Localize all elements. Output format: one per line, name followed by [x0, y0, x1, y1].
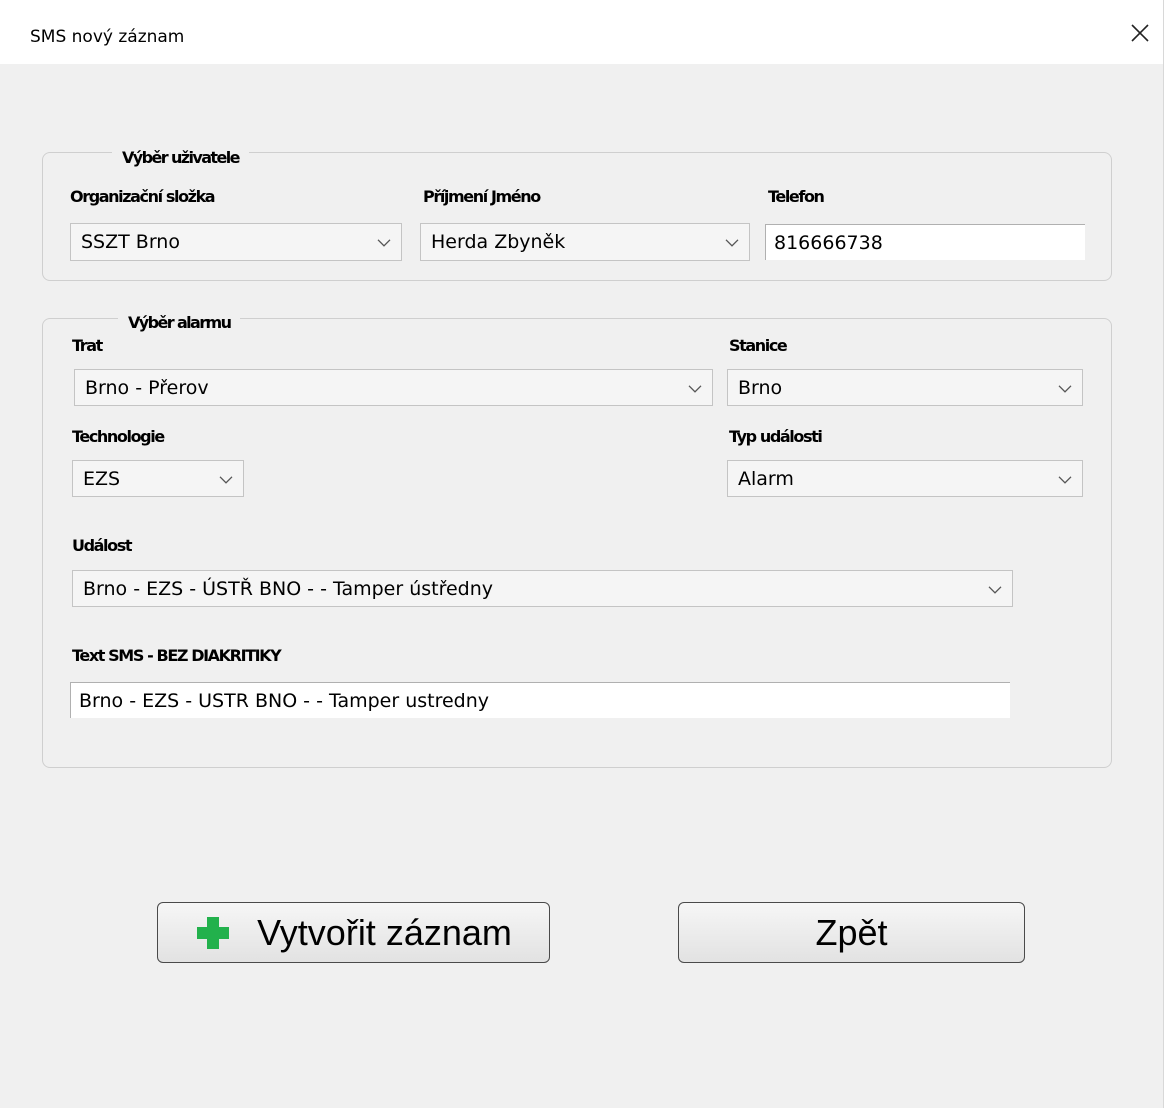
back-label: Zpět — [815, 911, 888, 953]
phone-input[interactable]: 816666738 — [765, 224, 1085, 260]
org-unit-dropdown[interactable]: SSZT Brno — [70, 223, 402, 261]
chevron-down-icon — [725, 239, 739, 247]
event-type-dropdown[interactable]: Alarm — [727, 460, 1083, 497]
chevron-down-icon — [377, 239, 391, 247]
stanice-label: Stanice — [729, 336, 788, 355]
create-record-label: Vytvořit záznam — [257, 911, 512, 953]
technology-value: EZS — [83, 467, 121, 490]
chevron-down-icon — [1058, 475, 1072, 484]
trat-label: Trat — [72, 336, 103, 355]
user-selection-group — [42, 152, 1112, 281]
stanice-dropdown[interactable]: Brno — [727, 369, 1083, 406]
org-unit-label: Organizační složka — [70, 187, 216, 206]
sms-text-value: Brno - EZS - USTR BNO - - Tamper ustredn… — [79, 689, 490, 712]
close-icon — [1131, 24, 1149, 42]
trat-value: Brno - Přerov — [85, 376, 209, 399]
event-type-label: Typ události — [729, 427, 823, 446]
org-unit-value: SSZT Brno — [81, 231, 180, 253]
event-label: Událost — [72, 536, 132, 555]
close-button[interactable] — [1117, 10, 1163, 56]
chevron-down-icon — [688, 384, 702, 393]
dialog-window: SMS nový záznam Výběr uživatele Organiza… — [0, 0, 1163, 1108]
stanice-value: Brno — [738, 376, 783, 399]
trat-dropdown[interactable]: Brno - Přerov — [74, 369, 713, 406]
technology-label: Technologie — [72, 427, 165, 446]
sms-text-label: Text SMS - BEZ DIAKRITIKY — [72, 646, 282, 665]
name-label: Příjmení Jméno — [423, 187, 541, 206]
name-value: Herda Zbyněk — [431, 231, 566, 253]
title-bar: SMS nový záznam — [0, 0, 1163, 64]
technology-dropdown[interactable]: EZS — [72, 460, 244, 497]
sms-text-input[interactable]: Brno - EZS - USTR BNO - - Tamper ustredn… — [70, 682, 1010, 718]
window-title: SMS nový záznam — [30, 27, 185, 47]
event-type-value: Alarm — [738, 467, 794, 490]
back-button[interactable]: Zpět — [678, 902, 1025, 963]
chevron-down-icon — [219, 475, 233, 484]
event-value: Brno - EZS - ÚSTŘ BNO - - Tamper ústředn… — [83, 577, 494, 600]
chevron-down-icon — [1058, 384, 1072, 393]
chevron-down-icon — [988, 585, 1002, 594]
user-selection-legend: Výběr uživatele — [112, 148, 249, 167]
phone-value: 816666738 — [774, 231, 883, 254]
plus-icon — [197, 916, 230, 949]
background-window-edge — [1163, 0, 1173, 1108]
name-dropdown[interactable]: Herda Zbyněk — [420, 223, 750, 261]
phone-label: Telefon — [768, 187, 825, 206]
create-record-button[interactable]: Vytvořit záznam — [157, 902, 550, 963]
event-dropdown[interactable]: Brno - EZS - ÚSTŘ BNO - - Tamper ústředn… — [72, 570, 1013, 607]
alarm-selection-legend: Výběr alarmu — [118, 313, 241, 332]
